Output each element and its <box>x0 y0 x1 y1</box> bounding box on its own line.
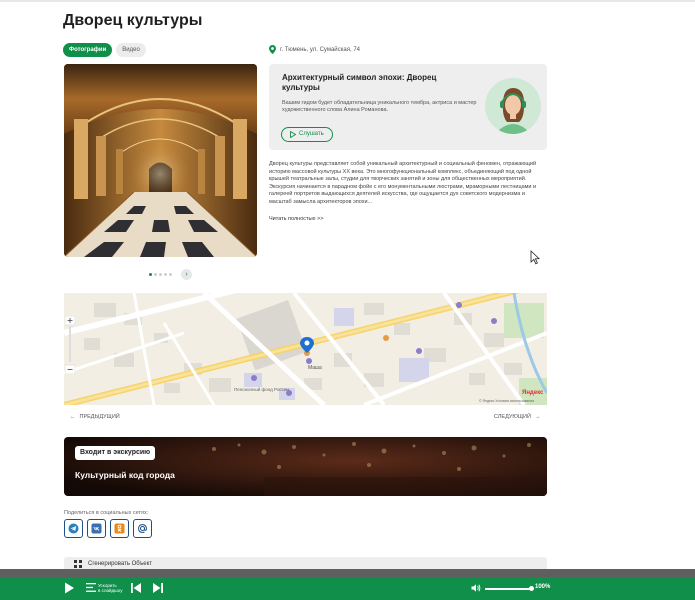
guide-portrait-image <box>485 78 541 134</box>
speed-toggle[interactable]: Ускорить в слайдшоу <box>86 581 126 596</box>
share-email-button[interactable] <box>133 519 152 538</box>
vk-icon <box>91 523 102 534</box>
chevron-right-icon: › <box>185 271 188 278</box>
skip-forward-icon[interactable] <box>152 582 164 594</box>
slider-dots <box>149 273 172 276</box>
object-description: Дворец культуры представляет собой уника… <box>269 161 537 205</box>
media-tabs: Фотографии Видео <box>63 43 146 57</box>
next-label: СЛЕДУЮЩИЙ <box>494 414 531 420</box>
read-more-link[interactable]: Читать полностью >> <box>269 216 323 222</box>
address-text: г. Тюмень, ул. Сумайская, 74 <box>280 46 360 53</box>
slider-dot[interactable] <box>169 273 172 276</box>
gallery-photo[interactable] <box>64 64 257 257</box>
arrow-right-icon: → <box>534 414 541 420</box>
slider-dot[interactable] <box>154 273 157 276</box>
tab-video[interactable]: Видео <box>116 43 146 57</box>
mouse-cursor-icon <box>530 250 540 265</box>
volume-slider[interactable] <box>485 586 534 591</box>
guide-avatar <box>485 78 541 134</box>
share-odnoklassniki-button[interactable] <box>110 519 129 538</box>
palace-hall-image <box>64 64 257 257</box>
audio-card-description: Вашим гидом будет обладательница уникаль… <box>282 100 477 113</box>
next-object-link[interactable]: СЛЕДУЮЩИЙ → <box>494 414 540 420</box>
next-slide-button[interactable]: › <box>181 269 192 280</box>
page: Дворец культуры Фотографии Видео г. Тюме… <box>0 0 695 600</box>
qr-code-icon <box>74 560 82 568</box>
previous-label: ПРЕДЫДУЩИЙ <box>79 414 120 420</box>
map-terms: © Яндекс Условия использования <box>479 399 534 403</box>
play-icon <box>290 131 296 138</box>
location-pin-icon <box>269 45 276 54</box>
skip-back-icon[interactable] <box>130 582 142 594</box>
speed-label-line2: в слайдшоу <box>98 588 123 593</box>
page-title: Дворец культуры <box>63 12 203 29</box>
tour-title: Культурный код города <box>75 470 175 480</box>
arrow-left-icon: ← <box>70 414 76 420</box>
tour-badge: Входит в экскурсию <box>75 446 156 460</box>
player-progress-track[interactable] <box>0 569 695 577</box>
volume-icon[interactable] <box>471 583 481 593</box>
share-label: Поделиться в социальных сетях: <box>64 510 149 516</box>
generate-object-label: Сгенерировать Объект <box>88 561 153 567</box>
location-map[interactable]: Маша Пенсионный фонд России Яндекс © Янд… <box>64 293 547 405</box>
share-buttons <box>64 519 152 538</box>
share-vk-button[interactable] <box>87 519 106 538</box>
volume-percent: 100% <box>535 584 551 590</box>
volume-knob[interactable] <box>528 586 534 591</box>
email-icon <box>138 524 147 533</box>
audio-card-title: Архитектурный символ эпохи: Дворец культ… <box>282 73 437 92</box>
previous-object-link[interactable]: ← ПРЕДЫДУЩИЙ <box>70 414 120 420</box>
slider-dot[interactable] <box>149 273 152 276</box>
top-divider <box>0 0 695 2</box>
audio-player-bar: Ускорить в слайдшоу 100% <box>0 577 695 600</box>
map-canvas: Маша Пенсионный фонд России Яндекс © Янд… <box>64 293 547 405</box>
tab-photos[interactable]: Фотографии <box>63 43 113 57</box>
listen-label: Слушать <box>299 131 324 137</box>
yandex-logo: Яндекс <box>522 390 544 396</box>
audio-guide-card: Архитектурный символ эпохи: Дворец культ… <box>269 64 547 150</box>
odnoklassniki-icon <box>114 523 125 534</box>
share-telegram-button[interactable] <box>64 519 83 538</box>
volume-fill <box>485 588 531 590</box>
list-speed-icon <box>86 583 96 592</box>
map-label-masha: Маша <box>308 365 322 371</box>
map-zoom-controls[interactable] <box>65 316 75 374</box>
slider-dot[interactable] <box>159 273 162 276</box>
play-icon[interactable] <box>63 582 75 594</box>
telegram-icon <box>68 523 79 534</box>
tour-banner[interactable]: Входит в экскурсию Культурный код города <box>64 437 547 496</box>
map-label-pension-fund: Пенсионный фонд России <box>234 386 289 392</box>
listen-button[interactable]: Слушать <box>281 127 333 142</box>
address: г. Тюмень, ул. Сумайская, 74 <box>269 45 360 54</box>
speed-label: Ускорить в слайдшоу <box>98 583 128 593</box>
slider-dot[interactable] <box>164 273 167 276</box>
